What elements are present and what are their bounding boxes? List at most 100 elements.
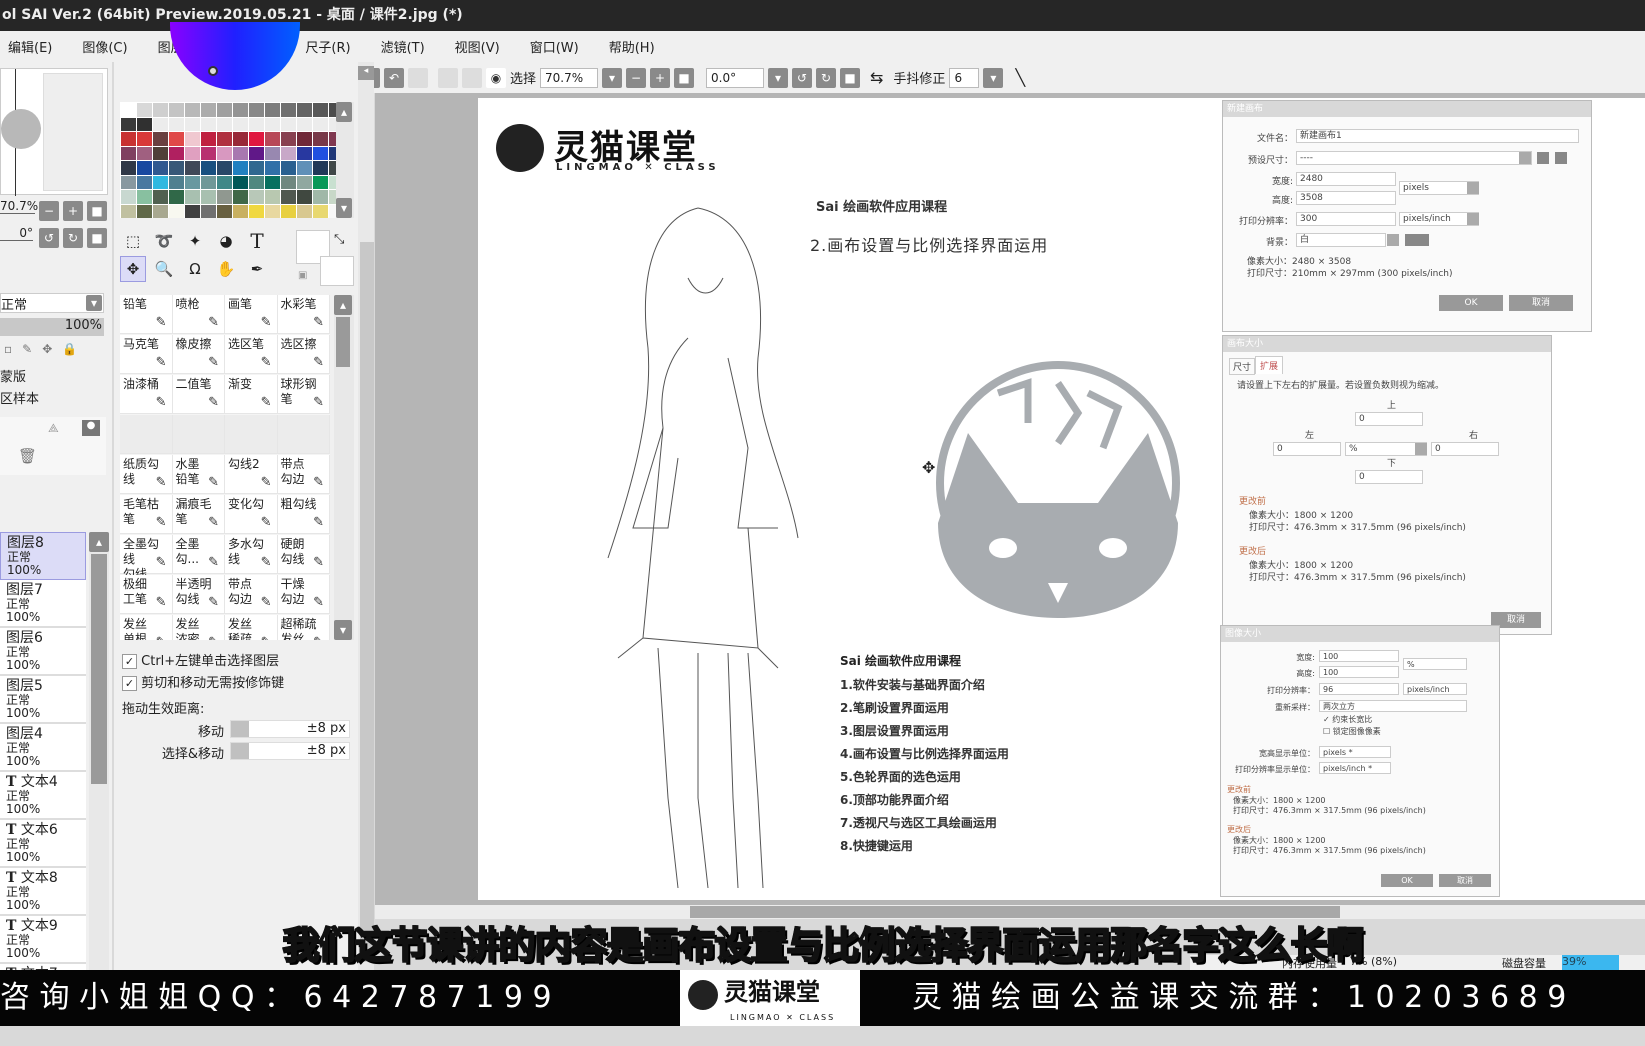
sample-label[interactable]: 区样本 bbox=[0, 388, 39, 407]
palette-swatch[interactable] bbox=[169, 175, 184, 189]
layer-item[interactable]: T 文本6 正常 100% bbox=[0, 820, 86, 868]
palette-swatch[interactable] bbox=[121, 146, 136, 160]
nav-zoom-in[interactable]: + bbox=[63, 201, 83, 221]
brush-item[interactable]: 选区擦 ✎ bbox=[277, 335, 330, 374]
palette-swatch[interactable] bbox=[201, 190, 216, 204]
brush-item[interactable]: 发丝单根✎ bbox=[120, 615, 173, 640]
palette-swatch[interactable] bbox=[153, 103, 168, 117]
zoom-dropdown[interactable]: ▾ bbox=[602, 67, 623, 88]
rect-select-icon[interactable]: ⬚ bbox=[120, 228, 146, 254]
color-palette[interactable] bbox=[120, 102, 344, 218]
brush-item[interactable]: 水彩笔 ✎ bbox=[277, 295, 330, 334]
layer-item[interactable]: 图层5 正常 100% bbox=[0, 676, 86, 724]
menu-item[interactable]: 帮助(H) bbox=[609, 37, 655, 56]
swap-colors-icon[interactable]: ⤡ bbox=[334, 232, 344, 247]
palette-swatch[interactable] bbox=[265, 161, 280, 175]
palette-swatch[interactable] bbox=[249, 190, 264, 204]
palette-swatch[interactable] bbox=[217, 161, 232, 175]
navigator-zoom[interactable]: 70.7% bbox=[0, 199, 38, 214]
palette-swatch[interactable] bbox=[233, 146, 248, 160]
cut-move-checkbox[interactable]: ✓ 剪切和移动无需按修饰键 bbox=[122, 672, 284, 691]
stabilizer-field[interactable]: 6 bbox=[949, 67, 980, 88]
palette-swatch[interactable] bbox=[153, 204, 168, 218]
layer-item[interactable]: 图层8 正常 100% bbox=[0, 532, 86, 580]
zoom-in-button[interactable]: + bbox=[650, 67, 671, 88]
palette-swatch[interactable] bbox=[137, 103, 152, 117]
res-unit-dropdown[interactable] bbox=[1467, 213, 1479, 225]
palette-swatch[interactable] bbox=[185, 117, 200, 131]
palette-swatch[interactable] bbox=[201, 175, 216, 189]
palette-swatch[interactable] bbox=[137, 161, 152, 175]
magic-wand-icon[interactable]: ✦ bbox=[182, 228, 208, 254]
palette-swatch[interactable] bbox=[201, 132, 216, 146]
wh-unit-select[interactable]: pixels * bbox=[1319, 746, 1391, 758]
brush-item[interactable]: 球形钢笔 ✎ bbox=[277, 375, 330, 414]
palette-swatch[interactable] bbox=[297, 175, 312, 189]
palette-swatch[interactable] bbox=[233, 190, 248, 204]
transparent-color-icon[interactable]: ▣ bbox=[298, 270, 307, 281]
palette-swatch[interactable] bbox=[313, 117, 328, 131]
rotate-reset-button[interactable]: ■ bbox=[840, 67, 861, 88]
nav-rotate-reset[interactable]: ■ bbox=[87, 228, 107, 248]
trash-icon[interactable]: 🗑 bbox=[18, 447, 37, 465]
preset-select[interactable]: ---- bbox=[1296, 151, 1532, 165]
brush-item[interactable]: 变化勾 ✎ bbox=[225, 495, 278, 534]
rotate-tool-icon[interactable]: Ω bbox=[182, 256, 208, 282]
edit-preset-button[interactable] bbox=[1537, 152, 1549, 164]
cancel-button[interactable]: 取消 bbox=[1509, 295, 1573, 311]
hand-tool-icon[interactable]: ✋ bbox=[213, 256, 239, 282]
deselect-button[interactable] bbox=[438, 67, 458, 88]
palette-swatch[interactable] bbox=[313, 204, 328, 218]
palette-swatch[interactable] bbox=[169, 117, 184, 131]
img-unit-select[interactable]: % bbox=[1403, 658, 1467, 670]
palette-swatch[interactable] bbox=[249, 103, 264, 117]
palette-swatch[interactable] bbox=[201, 161, 216, 175]
img-res-input[interactable]: 96 bbox=[1319, 683, 1399, 695]
brush-item[interactable]: 漏痕毛笔 ✎ bbox=[172, 495, 225, 534]
palette-swatch[interactable] bbox=[233, 132, 248, 146]
layer-item[interactable]: T 文本4 正常 100% bbox=[0, 772, 86, 820]
menu-item[interactable]: 滤镜(T) bbox=[381, 37, 425, 56]
nav-rotate-right[interactable]: ↻ bbox=[63, 228, 83, 248]
brush-slot-empty[interactable] bbox=[120, 415, 173, 454]
brush-item[interactable]: 超稀疏发丝✎ bbox=[277, 615, 330, 640]
clipping-label[interactable]: 蒙版 bbox=[0, 366, 26, 385]
redo-icon[interactable] bbox=[408, 67, 428, 88]
palette-swatch[interactable] bbox=[185, 132, 200, 146]
palette-swatch[interactable] bbox=[121, 132, 136, 146]
flip-icon[interactable]: ⇆ bbox=[870, 68, 883, 87]
nav-zoom-out[interactable]: − bbox=[39, 201, 59, 221]
expand-unit-dropdown[interactable] bbox=[1415, 443, 1427, 455]
undo-icon[interactable]: ↶ bbox=[384, 67, 404, 88]
navigator-angle[interactable]: 0° bbox=[0, 226, 33, 241]
palette-swatch[interactable] bbox=[169, 204, 184, 218]
brush-item[interactable]: 全墨勾线 勾线 ✎ bbox=[120, 535, 173, 581]
layer-item[interactable]: 图层6 正常 100% bbox=[0, 628, 86, 676]
palette-swatch[interactable] bbox=[137, 132, 152, 146]
palette-swatch[interactable] bbox=[313, 161, 328, 175]
palette-swatch[interactable] bbox=[265, 132, 280, 146]
palette-swatch[interactable] bbox=[153, 161, 168, 175]
rotate-left-button[interactable]: ↺ bbox=[792, 67, 813, 88]
height-input[interactable]: 3508 bbox=[1296, 191, 1396, 205]
brush-item[interactable]: 喷枪 ✎ bbox=[172, 295, 225, 334]
palette-swatch[interactable] bbox=[265, 146, 280, 160]
selmove-distance-slider[interactable]: ±8 px bbox=[230, 742, 350, 760]
palette-swatch[interactable] bbox=[233, 103, 248, 117]
mask-icon[interactable]: ● bbox=[82, 420, 100, 436]
background-select[interactable]: 白 bbox=[1296, 233, 1386, 247]
palette-swatch[interactable] bbox=[265, 204, 280, 218]
brush-item[interactable]: 粗勾线 ✎ bbox=[277, 495, 330, 534]
palette-swatch[interactable] bbox=[153, 146, 168, 160]
brush-item[interactable]: 画笔 ✎ bbox=[225, 295, 278, 334]
brush-item[interactable]: 带点 勾边 ✎ bbox=[225, 575, 278, 614]
brush-item[interactable]: 发丝浓密✎ bbox=[172, 615, 225, 640]
palette-swatch[interactable] bbox=[265, 175, 280, 189]
palette-swatch[interactable] bbox=[201, 117, 216, 131]
expand-bottom-input[interactable]: 0 bbox=[1355, 470, 1423, 484]
lasso-icon[interactable]: ➰ bbox=[151, 228, 177, 254]
palette-swatch[interactable] bbox=[169, 190, 184, 204]
angle-field[interactable]: 0.0° bbox=[706, 67, 765, 88]
palette-swatch[interactable] bbox=[185, 146, 200, 160]
palette-swatch[interactable] bbox=[153, 117, 168, 131]
